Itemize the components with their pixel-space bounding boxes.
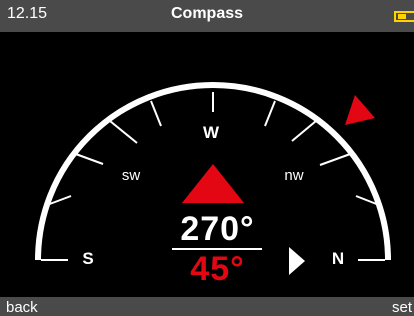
label-west: W — [203, 123, 220, 142]
tick — [109, 120, 138, 144]
offset-value: 45° — [190, 250, 245, 288]
back-button[interactable]: back — [6, 299, 38, 316]
tick — [319, 152, 354, 166]
set-button[interactable]: set — [392, 299, 412, 316]
label-south: S — [82, 249, 93, 268]
label-northwest: nw — [284, 167, 303, 184]
tick — [264, 100, 276, 127]
play-arrow-icon[interactable] — [289, 247, 305, 275]
target-marker — [345, 95, 375, 125]
heading-pointer — [182, 164, 244, 203]
softkey-bar: back set — [0, 297, 414, 316]
label-southwest: sw — [122, 167, 141, 184]
tick — [150, 100, 162, 127]
heading-value: 270° — [180, 210, 255, 248]
label-north: N — [332, 249, 344, 268]
tick — [72, 152, 104, 165]
tick — [291, 120, 317, 142]
